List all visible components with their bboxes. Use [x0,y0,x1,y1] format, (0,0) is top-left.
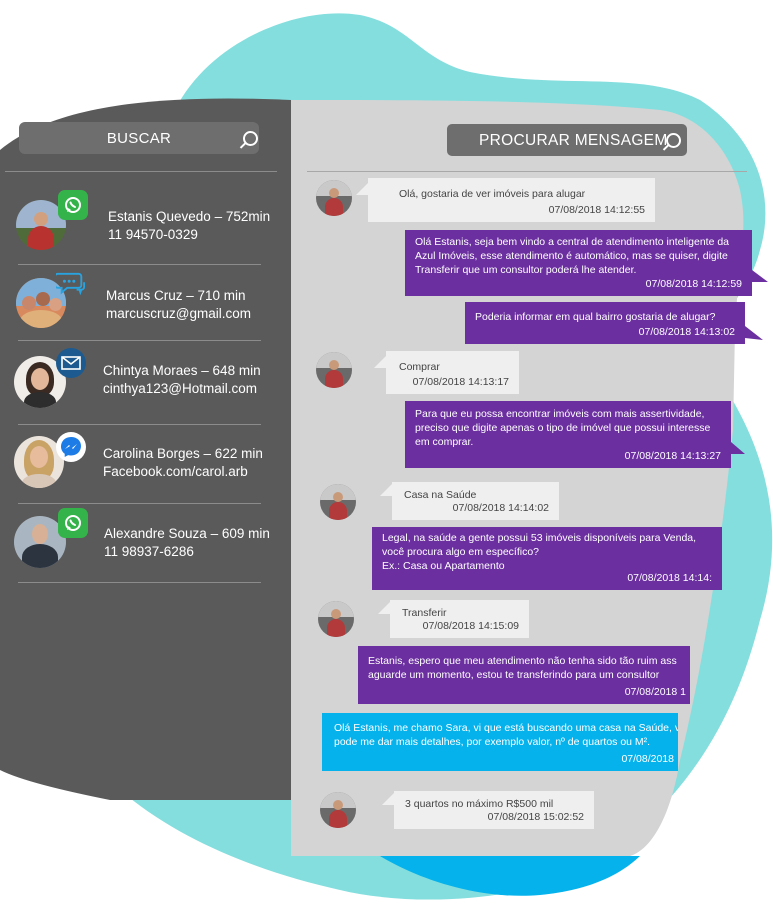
message-time: 07/08/2018 [621,753,674,765]
message-time: 07/08/2018 14:12:55 [548,204,645,216]
contact-search-bar[interactable]: BUSCAR [19,122,259,154]
divider [5,171,277,172]
chat-bubbles-icon [56,270,86,300]
contact-detail: cinthya123@Hotmail.com [103,381,258,396]
contact-detail: marcuscruz@gmail.com [106,306,251,321]
contact-detail: 11 98937-6286 [104,544,194,559]
contact-name: Chintya Moraes – 648 min [103,363,261,378]
message-time: 07/08/2018 14:15:09 [422,620,519,632]
contact-item-marcus[interactable]: Marcus Cruz – 710 min marcuscruz@gmail.c… [0,270,290,350]
bubble-tail [374,356,386,368]
whatsapp-icon [58,190,88,220]
search-icon[interactable] [243,131,258,146]
message-text: Transferir [402,607,447,619]
message-bubble-incoming: Transferir 07/08/2018 14:15:09 [390,600,529,638]
message-time: 07/08/2018 1 [624,686,686,698]
bubble-tail [731,442,745,454]
divider [18,582,261,583]
message-bubble-incoming: 3 quartos no máximo R$500 mil 07/08/2018… [394,791,594,829]
bubble-tail [378,602,390,614]
bubble-tail [752,270,768,282]
contact-name: Alexandre Souza – 609 min [104,526,270,541]
message-search-bar[interactable]: PROCURAR MENSAGEM [447,124,687,156]
message-bubble-incoming: Comprar 07/08/2018 14:13:17 [386,351,519,394]
message-text: Legal, na saúde a gente possui 53 imóvei… [382,532,697,558]
divider [18,340,261,341]
contact-item-estanis[interactable]: Estanis Quevedo – 752min 11 94570-0329 [0,190,290,270]
customer-avatar [318,601,354,637]
message-time: 07/08/2018 14:12:59 [645,278,742,290]
customer-avatar [316,180,352,216]
contact-name: Estanis Quevedo – 752min [108,209,271,224]
search-icon[interactable] [666,133,681,148]
message-text: pode me dar mais detalhes, por exemplo v… [334,736,651,748]
message-text: Poderia informar em qual bairro gostaria… [475,311,716,323]
contact-detail: Facebook.com/carol.arb [103,464,248,479]
message-text: 3 quartos no máximo R$500 mil [405,798,554,810]
message-bubble-incoming: Casa na Saúde 07/08/2018 14:14:02 [392,482,559,520]
contact-name: Marcus Cruz – 710 min [106,288,246,303]
message-bubble-bot: Para que eu possa encontrar imóveis com … [405,401,731,468]
messenger-icon [56,432,86,462]
email-icon [56,348,86,378]
contact-item-carolina[interactable]: Carolina Borges – 622 min Facebook.com/c… [0,426,290,506]
bubble-tail [380,484,392,496]
divider [18,503,261,504]
message-text: Para que eu possa encontrar imóveis com … [415,408,711,448]
message-bubble-bot: Estanis, espero que meu atendimento não … [358,646,690,704]
message-time: 07/08/2018 14:13:27 [624,450,721,462]
message-text: Estanis, espero que meu atendimento não … [368,655,677,667]
divider [307,171,747,172]
message-text: Olá Estanis, seja bem vindo a central de… [415,236,730,276]
message-text: Casa na Saúde [404,489,477,501]
customer-avatar [320,484,356,520]
contact-detail: 11 94570-0329 [108,227,198,242]
message-bubble-bot: Poderia informar em qual bairro gostaria… [465,302,745,344]
message-time: 07/08/2018 14:14: [627,572,712,584]
message-text: Olá, gostaria de ver imóveis para alugar [399,188,586,200]
message-text: Olá Estanis, me chamo Sara, vi que está … [334,722,678,734]
message-bubble-incoming: Olá, gostaria de ver imóveis para alugar… [368,178,655,222]
bubble-tail [745,326,763,340]
bubble-tail [382,793,394,805]
message-bubble-bot: Legal, na saúde a gente possui 53 imóvei… [372,527,722,590]
message-time: 07/08/2018 14:14:02 [452,502,549,514]
message-time: 07/08/2018 14:13:02 [638,326,735,338]
bubble-tail [356,183,368,195]
message-time: 07/08/2018 14:13:17 [412,376,509,388]
contact-search-label: BUSCAR [106,130,172,147]
whatsapp-icon [58,508,88,538]
divider [18,424,261,425]
contact-name: Carolina Borges – 622 min [103,446,263,461]
message-text: Comprar [399,361,440,373]
message-time: 07/08/2018 15:02:52 [487,811,584,823]
message-search-label: PROCURAR MENSAGEM [479,132,668,149]
message-bubble-bot: Olá Estanis, seja bem vindo a central de… [405,230,752,296]
customer-avatar [320,792,356,828]
customer-avatar [316,352,352,388]
contact-item-chintya[interactable]: Chintya Moraes – 648 min cinthya123@Hotm… [0,344,290,424]
contact-item-alexandre[interactable]: Alexandre Souza – 609 min 11 98937-6286 [0,506,290,586]
divider [18,264,261,265]
message-text: aguarde um momento, estou te transferind… [368,669,660,681]
message-bubble-agent: Olá Estanis, me chamo Sara, vi que está … [322,713,678,771]
